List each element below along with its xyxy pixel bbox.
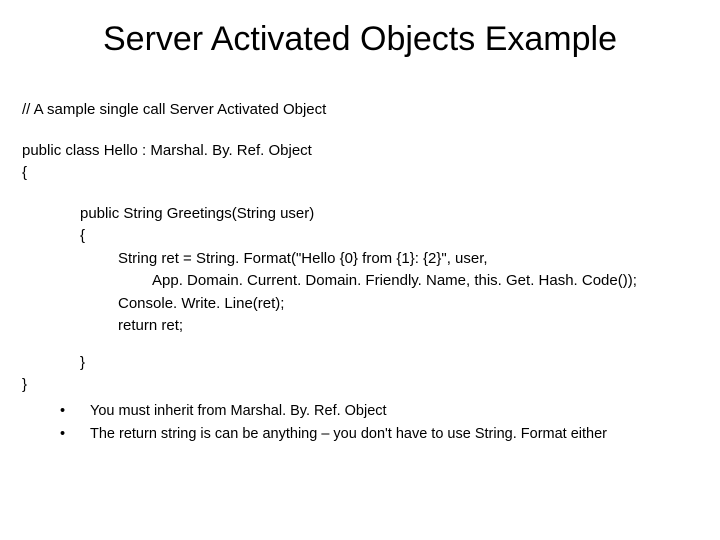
class-brace-open: { — [22, 162, 698, 185]
bullet-icon: • — [60, 401, 90, 422]
bullet-text: The return string is can be anything – y… — [90, 424, 720, 445]
method-brace-close: } — [22, 352, 698, 375]
class-brace-close: } — [22, 374, 698, 397]
list-item: • You must inherit from Marshal. By. Ref… — [60, 401, 720, 422]
code-block: // A sample single call Server Activated… — [0, 99, 720, 397]
method-brace-open: { — [80, 225, 698, 248]
bullet-list: • You must inherit from Marshal. By. Ref… — [0, 401, 720, 445]
bullet-icon: • — [60, 424, 90, 445]
method-signature: public String Greetings(String user) — [80, 203, 698, 226]
page-title: Server Activated Objects Example — [0, 20, 720, 59]
code-comment: // A sample single call Server Activated… — [22, 99, 698, 122]
class-declaration: public class Hello : Marshal. By. Ref. O… — [22, 140, 698, 163]
code-line-2: App. Domain. Current. Domain. Friendly. … — [80, 270, 698, 293]
code-line-4: return ret; — [80, 315, 698, 338]
list-item: • The return string is can be anything –… — [60, 424, 720, 445]
code-line-1: String ret = String. Format("Hello {0} f… — [80, 248, 698, 271]
bullet-text: You must inherit from Marshal. By. Ref. … — [90, 401, 720, 422]
code-line-3: Console. Write. Line(ret); — [80, 293, 698, 316]
method-block: public String Greetings(String user) { S… — [22, 203, 698, 338]
